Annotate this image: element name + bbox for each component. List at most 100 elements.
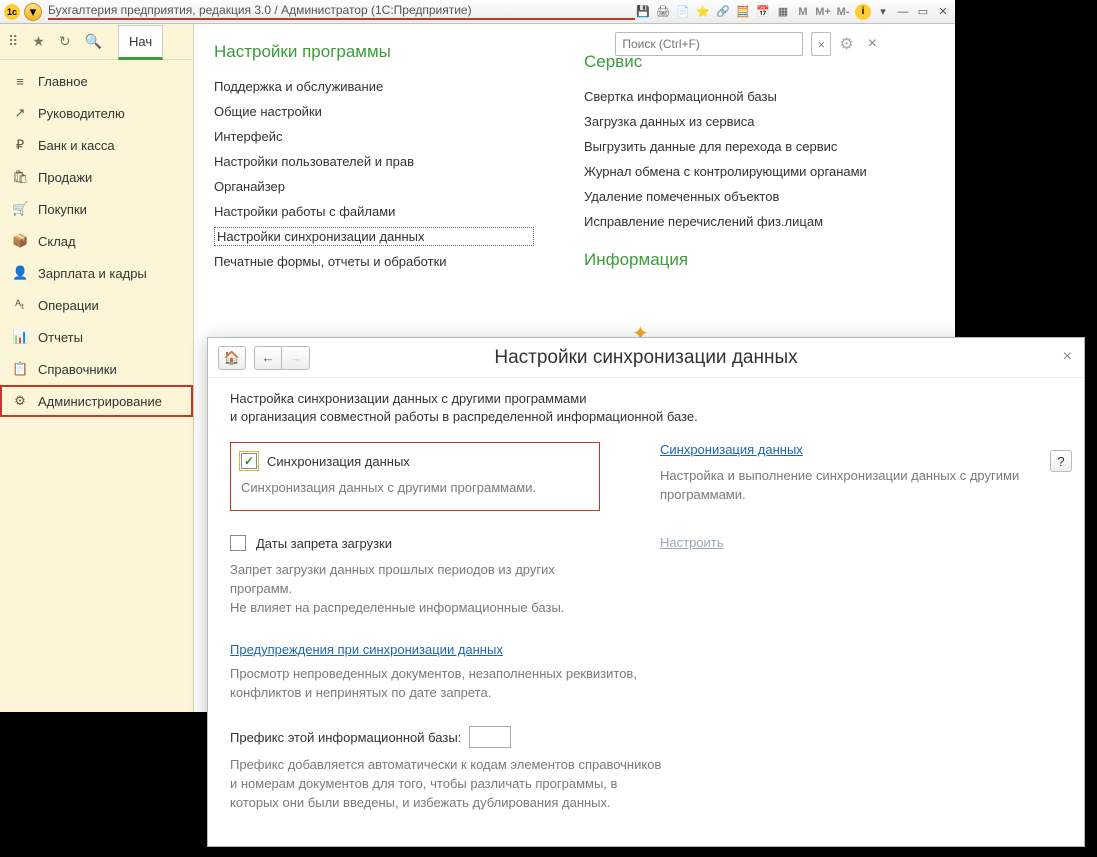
link-organizer[interactable]: Органайзер <box>214 174 534 199</box>
nav-label: Руководителю <box>38 106 125 121</box>
links-icon[interactable]: 🔗 <box>715 4 731 20</box>
search-icon[interactable]: 🔍 <box>85 33 102 50</box>
fav-star-icon[interactable]: ★ <box>32 33 45 50</box>
prefix-label: Префикс этой информационной базы: <box>230 730 461 745</box>
nav-label: Банк и касса <box>38 138 115 153</box>
dates-checkbox-label: Даты запрета загрузки <box>256 536 392 551</box>
close-panel-icon[interactable]: × <box>868 35 877 53</box>
warnings-link[interactable]: Предупреждения при синхронизации данных <box>230 642 503 657</box>
star-icon[interactable]: ⭐ <box>695 4 711 20</box>
link-printforms[interactable]: Печатные формы, отчеты и обработки <box>214 249 534 274</box>
prefix-desc: Префикс добавляется автоматически к кода… <box>230 756 1062 813</box>
nav-hr[interactable]: 👤 Зарплата и кадры <box>0 257 193 289</box>
cart-icon: 🛒 <box>12 201 28 217</box>
titlebar: 1c ▾ Бухгалтерия предприятия, редакция 3… <box>0 0 955 24</box>
window-title: Бухгалтерия предприятия, редакция 3.0 / … <box>48 3 635 20</box>
mplus-button[interactable]: M+ <box>815 4 831 20</box>
doc-icon[interactable]: 📄 <box>675 4 691 20</box>
sidebar-toprow: ⠿ ★ ↻ 🔍 Нач <box>0 24 193 60</box>
nav-admin[interactable]: ⚙Администрирование <box>0 385 193 417</box>
link-svc-0[interactable]: Свертка информационной базы <box>584 84 867 109</box>
sync-right-desc: Настройка и выполнение синхронизации дан… <box>660 467 1062 505</box>
nav-catalogs[interactable]: 📋 Справочники <box>0 353 193 385</box>
calendar-icon[interactable]: 📅 <box>755 4 771 20</box>
ops-icon: ᴬₜ <box>12 297 28 313</box>
section-info-title: Информация <box>584 250 867 270</box>
nav-label: Продажи <box>38 170 92 185</box>
nav-main[interactable]: ≡ Главное <box>0 66 193 97</box>
mminus-button[interactable]: M- <box>835 4 851 20</box>
apps-icon[interactable]: ⠿ <box>8 33 18 50</box>
nav-bank[interactable]: ₽ Банк и касса <box>0 129 193 161</box>
nav-purchases[interactable]: 🛒 Покупки <box>0 193 193 225</box>
sidebar: ⠿ ★ ↻ 🔍 Нач ≡ Главное ↗ Руководителю ₽ Банк… <box>0 24 194 712</box>
m-button[interactable]: M <box>795 4 811 20</box>
warnings-desc: Просмотр непроведенных документов, незап… <box>230 665 1062 703</box>
nav-warehouse[interactable]: 📦 Склад <box>0 225 193 257</box>
link-svc-5[interactable]: Исправление перечислений физ.лицам <box>584 209 867 234</box>
home-button[interactable]: 🏠 <box>218 346 246 370</box>
dialog-toolbar: 🏠 ← → Настройки синхронизации данных × <box>208 338 1084 378</box>
link-svc-3[interactable]: Журнал обмена с контролирующими органами <box>584 159 867 184</box>
close-icon[interactable]: ✕ <box>935 4 951 20</box>
search-input[interactable] <box>615 32 803 56</box>
link-svc-1[interactable]: Загрузка данных из сервиса <box>584 109 867 134</box>
sync-enable-block: Синхронизация данных Синхронизация данны… <box>230 442 600 511</box>
back-round-button[interactable]: ▾ <box>24 3 42 21</box>
configure-link[interactable]: Настроить <box>660 535 724 550</box>
ruble-icon: ₽ <box>12 137 28 153</box>
nav-sales[interactable]: 🛍 Продажи <box>0 161 193 193</box>
bag-icon: 🛍 <box>12 169 28 185</box>
box-icon: 📦 <box>12 233 28 249</box>
nav-label: Склад <box>38 234 76 249</box>
grid-icon[interactable]: ▦ <box>775 4 791 20</box>
link-files[interactable]: Настройки работы с файлами <box>214 199 534 224</box>
nav: ≡ Главное ↗ Руководителю ₽ Банк и касса 🛍 Пр… <box>0 60 193 423</box>
sync-checkbox-label: Синхронизация данных <box>267 454 410 469</box>
nav-manager[interactable]: ↗ Руководителю <box>0 97 193 129</box>
settings-gear-icon[interactable]: ⚙ <box>839 34 853 54</box>
clear-search-button[interactable]: × <box>811 32 831 56</box>
sync-desc: Синхронизация данных с другими программа… <box>241 479 587 498</box>
sync-checkbox[interactable] <box>241 453 257 469</box>
sync-data-link[interactable]: Синхронизация данных <box>660 442 803 457</box>
dates-checkbox[interactable] <box>230 535 246 551</box>
link-svc-4[interactable]: Удаление помеченных объектов <box>584 184 867 209</box>
calc-icon[interactable]: 🧮 <box>735 4 751 20</box>
link-sync[interactable]: Настройки синхронизации данных <box>214 227 534 246</box>
print-icon[interactable]: 🖨 <box>655 4 671 20</box>
forward-button[interactable]: → <box>282 346 310 370</box>
chart-icon: ↗ <box>12 105 28 121</box>
dialog-title: Настройки синхронизации данных <box>494 347 797 369</box>
clipboard-icon: 📋 <box>12 361 28 377</box>
save-icon[interactable]: 💾 <box>635 4 651 20</box>
link-interface[interactable]: Интерфейс <box>214 124 534 149</box>
nav-label: Операции <box>38 298 99 313</box>
section-settings-title: Настройки программы <box>214 42 534 62</box>
nav-label: Отчеты <box>38 330 83 345</box>
nav-label: Справочники <box>38 362 117 377</box>
prefix-input[interactable] <box>469 726 511 748</box>
back-button[interactable]: ← <box>254 346 282 370</box>
maximize-icon[interactable]: ▭ <box>915 4 931 20</box>
nav-label: Администрирование <box>38 394 162 409</box>
link-support[interactable]: Поддержка и обслуживание <box>214 74 534 99</box>
link-general[interactable]: Общие настройки <box>214 99 534 124</box>
person-icon: 👤 <box>12 265 28 281</box>
nav-operations[interactable]: ᴬₜ Операции <box>0 289 193 321</box>
bars-icon: 📊 <box>12 329 28 345</box>
minimize-icon[interactable]: — <box>895 4 911 20</box>
nav-reports[interactable]: 📊 Отчеты <box>0 321 193 353</box>
nav-label: Зарплата и кадры <box>38 266 147 281</box>
nav-label: Покупки <box>38 202 87 217</box>
nav-label: Главное <box>38 74 88 89</box>
history-icon[interactable]: ↻ <box>59 33 71 50</box>
dialog-close-icon[interactable]: × <box>1063 348 1072 366</box>
link-svc-2[interactable]: Выгрузить данные для перехода в сервис <box>584 134 867 159</box>
tab-start[interactable]: Нач <box>118 25 163 60</box>
info-icon[interactable]: i <box>855 4 871 20</box>
dropdown-icon[interactable]: ▾ <box>875 4 891 20</box>
help-button[interactable]: ? <box>1050 450 1072 472</box>
menu-icon: ≡ <box>12 74 28 89</box>
link-users[interactable]: Настройки пользователей и прав <box>214 149 534 174</box>
